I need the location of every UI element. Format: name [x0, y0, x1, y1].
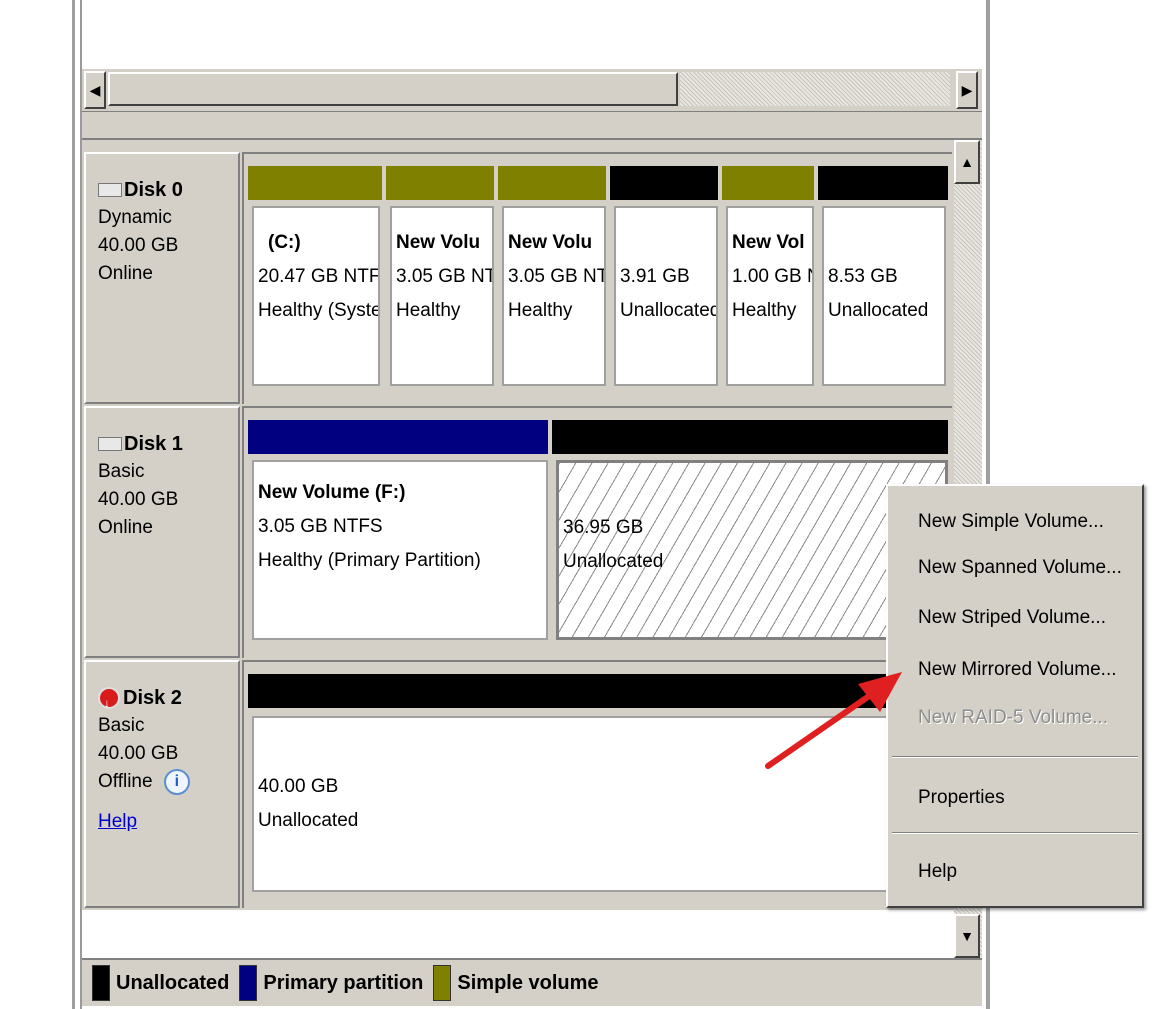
volume-size: 3.05 GB NTFS	[258, 516, 383, 537]
menu-item-new-spanned-volume[interactable]: New Spanned Volume...	[918, 548, 1122, 588]
legend-swatch-primary	[239, 965, 258, 1001]
volume-bar	[248, 674, 948, 708]
volume-size: 1.00 GB N	[732, 266, 814, 287]
disk-icon	[98, 437, 122, 451]
legend-swatch-unallocated	[92, 965, 110, 1001]
disk-status: Offline	[98, 771, 153, 792]
help-link[interactable]: Help	[98, 811, 137, 832]
disk-name: Disk 1	[124, 433, 183, 455]
volume-new-1[interactable]: New Volu 3.05 GB NT Healthy	[390, 206, 494, 386]
volume-bar	[722, 166, 814, 200]
legend-label: Simple volume	[457, 971, 599, 994]
disk-status: Online	[98, 263, 153, 284]
scroll-up-button[interactable]: ▲	[954, 140, 980, 184]
disk-1-label[interactable]: Disk 1 Basic 40.00 GB Online	[84, 406, 240, 658]
disk-0-label[interactable]: Disk 0 Dynamic 40.00 GB Online	[84, 152, 240, 404]
volume-size: 3.05 GB NT	[508, 266, 606, 287]
unallocated-region[interactable]: 8.53 GB Unallocated	[822, 206, 946, 386]
menu-item-new-mirrored-volume[interactable]: New Mirrored Volume...	[918, 650, 1117, 690]
volume-title: New Volume (F:)	[258, 482, 406, 503]
volume-status: Unallocated	[258, 810, 359, 831]
volume-bar	[498, 166, 606, 200]
volume-new-3[interactable]: New Vol 1.00 GB N Healthy	[726, 206, 814, 386]
disk-name: Disk 2	[123, 687, 182, 709]
volume-bar	[818, 166, 948, 200]
scroll-thumb[interactable]	[108, 72, 678, 106]
disk-type: Basic	[98, 715, 145, 736]
offline-disk-icon	[98, 687, 120, 717]
menu-item-help[interactable]: Help	[918, 852, 957, 892]
disk-status: Online	[98, 517, 153, 538]
volume-bar	[552, 420, 948, 454]
window-frame-left	[72, 0, 75, 1009]
scroll-left-button[interactable]: ◀	[84, 71, 106, 109]
legend-swatch-simple	[433, 965, 452, 1001]
scroll-track[interactable]	[680, 72, 950, 106]
volume-bar	[248, 166, 382, 200]
disk-1-name-row: Disk 1	[98, 430, 238, 458]
unallocated-region[interactable]: 40.00 GB Unallocated	[252, 716, 948, 892]
volume-size: 3.91 GB	[620, 266, 690, 287]
disk-name: Disk 0	[124, 179, 183, 201]
volume-status: Healthy (Primary Partition)	[258, 550, 481, 571]
disk-type: Basic	[98, 461, 145, 482]
volume-title: New Volu	[396, 232, 481, 253]
menu-item-new-striped-volume[interactable]: New Striped Volume...	[918, 598, 1106, 638]
info-icon[interactable]: i	[163, 768, 190, 795]
legend-label: Unallocated	[116, 971, 230, 994]
volume-size: 40.00 GB	[258, 776, 339, 797]
disk-0-name-row: Disk 0	[98, 176, 238, 204]
volume-new-2[interactable]: New Volu 3.05 GB NT Healthy	[502, 206, 606, 386]
disk-status-row: Offline i	[98, 768, 238, 796]
help-row: Help	[98, 808, 238, 836]
disk-size: 40.00 GB	[98, 743, 179, 764]
volume-f[interactable]: New Volume (F:) 3.05 GB NTFS Healthy (Pr…	[252, 460, 548, 640]
volume-size: 8.53 GB	[828, 266, 898, 287]
menu-separator	[892, 832, 1138, 834]
volume-size: 3.05 GB NT	[396, 266, 494, 287]
scroll-down-button[interactable]: ▼	[954, 914, 980, 958]
menu-item-new-simple-volume[interactable]: New Simple Volume...	[918, 502, 1104, 542]
volume-status: Healthy	[508, 300, 573, 321]
volume-c[interactable]: (C:) 20.47 GB NTFS Healthy (Syste	[252, 206, 380, 386]
menu-separator	[892, 756, 1138, 758]
disk-2-name-row: Disk 2	[98, 684, 238, 717]
pane-splitter[interactable]	[82, 112, 982, 140]
disk-type: Dynamic	[98, 207, 172, 228]
disk-1-volumes: New Volume (F:) 3.05 GB NTFS Healthy (Pr…	[242, 406, 952, 658]
menu-item-properties[interactable]: Properties	[918, 778, 1005, 818]
menu-item-new-raid5-volume: New RAID-5 Volume...	[918, 707, 1109, 728]
disk-size: 40.00 GB	[98, 489, 179, 510]
context-menu: New Simple Volume... New Spanned Volume.…	[886, 484, 1144, 908]
volume-title: New Vol	[732, 232, 805, 253]
volume-title	[620, 226, 716, 260]
unallocated-region[interactable]: 3.91 GB Unallocated	[614, 206, 718, 386]
volume-status: Unallocated	[828, 300, 929, 321]
volume-size: 20.47 GB NTFS	[258, 266, 380, 287]
disk-2-label[interactable]: Disk 2 Basic 40.00 GB Offline i Help	[84, 660, 240, 908]
volume-bar	[610, 166, 718, 200]
disk-icon	[98, 183, 122, 197]
horizontal-scrollbar[interactable]: ◀ ▶	[82, 68, 982, 112]
volume-status: Unallocated	[620, 300, 718, 321]
volume-status: Healthy (Syste	[258, 300, 380, 321]
volume-title: (C:)	[268, 232, 301, 253]
volume-title	[828, 226, 944, 260]
volume-title: New Volu	[508, 232, 593, 253]
disk-size: 40.00 GB	[98, 235, 179, 256]
volume-bar	[248, 420, 548, 454]
volume-status: Healthy	[732, 300, 797, 321]
legend-label: Primary partition	[263, 971, 424, 994]
scroll-right-button[interactable]: ▶	[956, 71, 978, 109]
disk-0-volumes: (C:) 20.47 GB NTFS Healthy (Syste New Vo…	[242, 152, 952, 404]
disk-2-volumes: 40.00 GB Unallocated	[242, 660, 952, 908]
volume-bar	[386, 166, 494, 200]
legend: Unallocated Primary partition Simple vol…	[82, 958, 982, 1006]
volume-status: Healthy	[396, 300, 461, 321]
